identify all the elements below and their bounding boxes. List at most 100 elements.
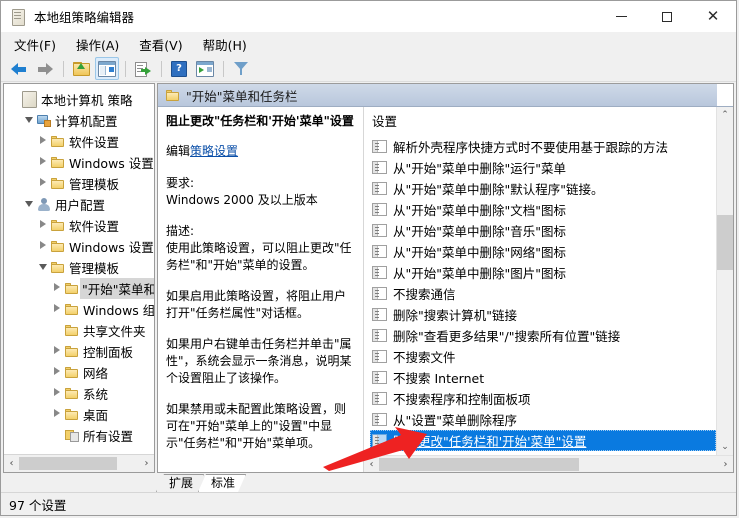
tree-twisty-closed-icon[interactable] [36, 178, 49, 189]
settings-list-row[interactable]: 删除"搜索计算机"链接 [370, 304, 716, 325]
forward-arrow-icon [37, 62, 53, 75]
settings-scroll-track[interactable] [379, 456, 718, 472]
computer-icon [35, 114, 52, 127]
tree-twisty-closed-icon[interactable] [36, 136, 49, 147]
policy-setting-icon [372, 224, 387, 237]
tree-item[interactable]: Windows 组件 [4, 299, 154, 320]
tree-twisty-open-icon[interactable] [36, 263, 49, 273]
tree-item[interactable]: 控制面板 [4, 341, 154, 362]
tree-scroll-track[interactable] [19, 456, 139, 471]
settings-list-row[interactable]: 删除"查看更多结果"/"搜索所有位置"链接 [370, 325, 716, 346]
edit-policy-line: 编辑策略设置 [166, 143, 355, 160]
tree-scroll-right-button[interactable]: › [139, 456, 154, 471]
tree-item-label: 管理模板 [69, 177, 120, 192]
scroll-up-button[interactable]: ⌃ [717, 107, 733, 123]
settings-list-row[interactable]: 从"开始"菜单中删除"网络"图标 [370, 241, 716, 262]
tree-item-label: 计算机配置 [55, 114, 118, 129]
settings-list-row[interactable]: 不搜索通信 [370, 283, 716, 304]
settings-list-row[interactable]: 从"开始"菜单中删除"音乐"图标 [370, 220, 716, 241]
menu-bar: 文件(F) 操作(A) 查看(V) 帮助(H) [1, 32, 736, 56]
minimize-button[interactable] [598, 1, 644, 32]
up-folder-button[interactable] [69, 57, 93, 80]
forward-button[interactable] [33, 57, 57, 80]
tree-twisty-closed-icon[interactable] [36, 241, 49, 252]
policy-editor-icon [10, 8, 27, 26]
maximize-button[interactable] [644, 1, 690, 32]
tree-item[interactable]: 管理模板 [4, 257, 154, 278]
menu-file[interactable]: 文件(F) [10, 33, 65, 56]
tree-item[interactable]: "开始"菜单和任务栏 [4, 278, 154, 299]
tree-twisty-closed-icon[interactable] [50, 304, 63, 315]
tree-twisty-open-icon[interactable] [22, 116, 35, 126]
policy-description-panel: 阻止更改"任务栏和'开始'菜单"设置 编辑策略设置 要求: Windows 20… [158, 107, 363, 472]
filter-button[interactable] [229, 57, 253, 80]
tree-item[interactable]: 桌面 [4, 404, 154, 425]
show-hide-tree-button[interactable] [95, 57, 119, 80]
tree-item[interactable]: Windows 设置 [4, 152, 154, 173]
menu-action[interactable]: 操作(A) [72, 33, 128, 56]
tree-scroll-thumb[interactable] [19, 457, 117, 470]
settings-scroll-right-button[interactable]: › [718, 457, 733, 472]
tree-item[interactable]: 网络 [4, 362, 154, 383]
content-area: 本地计算机 策略 计算机配置 软件设置 Windows 设置 管理模板 用户配置 软件设置 W… [1, 82, 736, 473]
scroll-down-button[interactable]: ⌄ [717, 439, 733, 455]
edit-policy-link[interactable]: 策略设置 [190, 144, 238, 158]
tree-item-label: Windows 设置 [69, 156, 154, 171]
back-button[interactable] [7, 57, 31, 80]
settings-list-column: 设置 解析外壳程序快捷方式时不要使用基于跟踪的方法 从"开始"菜单中删除"运行"菜… [363, 107, 733, 472]
show-pane-button[interactable] [193, 57, 217, 80]
settings-list-row[interactable]: 从"设置"菜单删除程序 [370, 409, 716, 430]
policy-setting-icon [372, 182, 387, 195]
settings-scroll-thumb[interactable] [379, 457, 579, 471]
tree-twisty-closed-icon[interactable] [36, 157, 49, 168]
show-pane-icon [196, 60, 214, 77]
toolbar-separator [161, 60, 162, 77]
settings-list-row[interactable]: 从"开始"菜单中删除"默认程序"链接。 [370, 178, 716, 199]
export-list-button[interactable] [131, 57, 155, 80]
view-tabs: 扩展 标准 [1, 473, 736, 492]
tree-twisty-closed-icon[interactable] [36, 220, 49, 231]
tree-item[interactable]: 共享文件夹 [4, 320, 154, 341]
tree-item[interactable]: 管理模板 [4, 173, 154, 194]
minimize-icon [615, 16, 627, 17]
tree-scroll-left-button[interactable]: ‹ [4, 456, 19, 471]
policy-setting-icon [372, 203, 387, 216]
settings-horizontal-scrollbar[interactable]: ‹ › [364, 455, 733, 472]
tree-twisty-closed-icon[interactable] [50, 409, 63, 420]
settings-list-row[interactable]: 阻止更改"任务栏和'开始'菜单"设置 [370, 430, 716, 451]
tab-extended[interactable]: 扩展 [156, 474, 204, 492]
settings-list-row[interactable]: 从"开始"菜单中删除"运行"菜单 [370, 157, 716, 178]
tree-item[interactable]: 所有设置 [4, 425, 154, 446]
tab-standard[interactable]: 标准 [198, 474, 246, 492]
settings-list[interactable]: 设置 解析外壳程序快捷方式时不要使用基于跟踪的方法 从"开始"菜单中删除"运行"菜… [364, 107, 716, 455]
tree-item[interactable]: 软件设置 [4, 131, 154, 152]
tree-item[interactable]: 系统 [4, 383, 154, 404]
tree-twisty-closed-icon[interactable] [50, 346, 63, 357]
settings-list-row[interactable]: 从"开始"菜单中删除"文档"图标 [370, 199, 716, 220]
tree-item[interactable]: 计算机配置 [4, 110, 154, 131]
tree-item[interactable]: 本地计算机 策略 [4, 89, 154, 110]
tree-twisty-closed-icon[interactable] [50, 283, 63, 294]
tree-item[interactable]: 软件设置 [4, 215, 154, 236]
scroll-track[interactable] [717, 123, 733, 439]
tree-item[interactable]: Windows 设置 [4, 236, 154, 257]
settings-list-row[interactable]: 不搜索文件 [370, 346, 716, 367]
settings-vertical-scrollbar[interactable]: ⌃ ⌄ [716, 107, 733, 455]
tree-item[interactable]: 用户配置 [4, 194, 154, 215]
tree-twisty-closed-icon[interactable] [50, 367, 63, 378]
console-tree[interactable]: 本地计算机 策略 计算机配置 软件设置 Windows 设置 管理模板 用户配置 软件设置 W… [4, 84, 154, 454]
scroll-thumb[interactable] [717, 215, 733, 270]
settings-list-row[interactable]: 从"开始"菜单中删除"图片"图标 [370, 262, 716, 283]
settings-scroll-left-button[interactable]: ‹ [364, 457, 379, 472]
tree-twisty-open-icon[interactable] [22, 200, 35, 210]
tree-twisty-closed-icon[interactable] [50, 388, 63, 399]
menu-help[interactable]: 帮助(H) [199, 33, 256, 56]
settings-list-row[interactable]: 不搜索 Internet [370, 367, 716, 388]
folder-icon [49, 136, 66, 147]
tree-horizontal-scrollbar[interactable]: ‹ › [4, 454, 154, 472]
help-button[interactable]: ? [167, 57, 191, 80]
close-button[interactable]: ✕ [690, 1, 736, 32]
settings-list-row[interactable]: 解析外壳程序快捷方式时不要使用基于跟踪的方法 [370, 136, 716, 157]
menu-view[interactable]: 查看(V) [135, 33, 191, 56]
settings-list-row[interactable]: 不搜索程序和控制面板项 [370, 388, 716, 409]
